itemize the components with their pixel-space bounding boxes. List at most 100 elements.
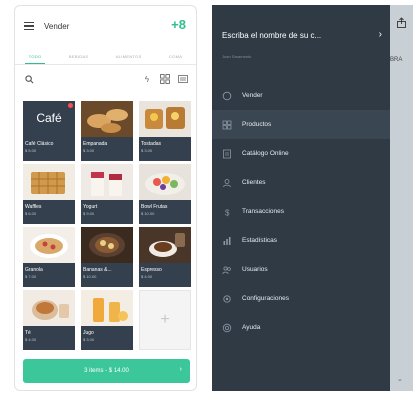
menu-item-ayuda[interactable]: Ayuda: [212, 313, 390, 342]
menu-item-estadisticas[interactable]: Estadísticas: [212, 226, 390, 255]
tab-coma[interactable]: COMA: [165, 50, 186, 63]
product-price: $ 4.00: [141, 274, 153, 279]
menu-item-label: Estadísticas: [242, 237, 278, 244]
tab-alimentos[interactable]: ALIMENTOS: [112, 50, 146, 63]
product-tile[interactable]: Espresso $ 4.00: [139, 227, 191, 287]
product-tile-text: Café: [36, 111, 62, 125]
product-tile[interactable]: Yogurt $ 9.00: [81, 164, 133, 224]
store-header[interactable]: Escriba el nombre de su c... › Juan Sara…: [222, 29, 382, 59]
menu-item-productos[interactable]: Productos: [212, 110, 390, 139]
menu-item-catalogo[interactable]: Catálogo Online: [212, 139, 390, 168]
add-product-button[interactable]: +: [139, 290, 191, 350]
product-tile[interactable]: Bowl Frutas $ 10.00: [139, 164, 191, 224]
product-price: $ 10.00: [83, 274, 97, 279]
product-name: Empanada: [83, 141, 108, 147]
product-price: $ 3.00: [83, 148, 95, 153]
background-screen-edge: BRA ⌄: [390, 5, 413, 391]
sell-icon: [222, 91, 232, 100]
users-icon: [222, 265, 231, 274]
product-name: Granola: [25, 267, 43, 273]
product-tile[interactable]: Café Café Clásico $ 5.00: [23, 101, 75, 161]
menu-item-vender[interactable]: Vender: [212, 81, 390, 110]
menu-item-configuraciones[interactable]: Configuraciones: [212, 284, 390, 313]
clients-icon: [223, 178, 231, 187]
chevron-right-icon: ›: [179, 366, 182, 373]
category-tabs: TODO BEBIDAS ALIMENTOS COMA: [15, 49, 196, 65]
product-name: Jugo: [83, 330, 94, 336]
toolbar: ϟ: [25, 72, 188, 86]
product-tile[interactable]: Bananas &... $ 10.00: [81, 227, 133, 287]
menu-item-label: Clientes: [242, 179, 266, 186]
product-tile[interactable]: Waffles $ 6.00: [23, 164, 75, 224]
products-icon: [222, 120, 232, 129]
product-price: $ 9.00: [83, 211, 95, 216]
product-tile[interactable]: Jugo $ 3.00: [81, 290, 133, 350]
stats-icon: [223, 236, 231, 245]
menu-icon[interactable]: [24, 22, 34, 30]
share-icon[interactable]: [396, 17, 407, 28]
product-name: Té: [25, 330, 31, 336]
cart-button[interactable]: 3 items - $ 14.00 ›: [23, 359, 190, 383]
screen: Vender +8 TODO BEBIDAS ALIMENTOS COMA ϟ …: [0, 0, 413, 394]
product-name: Tostadas: [141, 141, 162, 147]
product-tile[interactable]: Tostadas $ 3.00: [139, 101, 191, 161]
fruit-bowl-image: [139, 164, 191, 200]
tab-bebidas[interactable]: BEBIDAS: [65, 50, 92, 63]
empanada-image: [81, 101, 133, 137]
top-bar: Vender +8: [15, 6, 196, 46]
product-name: Waffles: [25, 204, 42, 210]
granola-image: [23, 227, 75, 263]
tab-todo[interactable]: TODO: [24, 50, 46, 64]
chevron-down-icon[interactable]: ⌄: [397, 375, 403, 383]
menu-item-usuarios[interactable]: Usuarios: [212, 255, 390, 284]
menu-item-label: Usuarios: [242, 266, 268, 273]
product-price: $ 5.00: [25, 148, 37, 153]
store-owner: Juan Saramento: [222, 54, 252, 59]
bananas-image: [81, 227, 133, 263]
product-tile[interactable]: Empanada $ 3.00: [81, 101, 133, 161]
product-name: Yogurt: [83, 204, 98, 210]
product-tile[interactable]: Granola $ 7.00: [23, 227, 75, 287]
yogurt-image: [81, 164, 133, 200]
menu-item-transacciones[interactable]: $ Transacciones: [212, 197, 390, 226]
juice-image: [81, 290, 133, 326]
product-tile[interactable]: Té $ 4.00: [23, 290, 75, 350]
product-price: $ 10.00: [141, 211, 155, 216]
product-name: Café Clásico: [25, 141, 54, 147]
product-price: $ 6.00: [25, 211, 37, 216]
flash-icon[interactable]: ϟ: [142, 74, 152, 84]
transactions-icon: $: [225, 208, 230, 217]
product-name: Bananas &...: [83, 267, 112, 273]
product-grid: Café Café Clásico $ 5.00 Empanada $ 3.00: [23, 101, 191, 350]
menu-list: Vender Productos Catálogo Online Cliente…: [212, 81, 390, 342]
search-icon[interactable]: [25, 74, 34, 84]
product-price: $ 4.00: [25, 337, 37, 342]
edge-text: BRA: [390, 57, 403, 63]
product-name: Bowl Frutas: [141, 204, 168, 210]
side-menu: Escriba el nombre de su c... › Juan Sara…: [212, 5, 390, 391]
menu-item-label: Transacciones: [242, 208, 285, 215]
page-title: Vender: [44, 21, 70, 31]
add-customer-icon[interactable]: +8: [171, 17, 186, 32]
menu-item-label: Catálogo Online: [242, 150, 289, 157]
product-price: $ 3.00: [83, 337, 95, 342]
chevron-right-icon: ›: [378, 29, 382, 40]
menu-item-clientes[interactable]: Clientes: [212, 168, 390, 197]
plus-icon: +: [160, 311, 170, 328]
grid-view-icon[interactable]: [160, 74, 170, 84]
help-icon: [222, 323, 232, 332]
menu-item-label: Vender: [242, 92, 263, 99]
menu-item-label: Productos: [242, 121, 272, 128]
menu-item-label: Ayuda: [242, 324, 261, 331]
espresso-image: [139, 227, 191, 263]
product-name: Espresso: [141, 267, 162, 273]
barcode-icon[interactable]: [178, 74, 188, 84]
pos-screen: Vender +8 TODO BEBIDAS ALIMENTOS COMA ϟ …: [14, 5, 197, 391]
menu-item-label: Configuraciones: [242, 295, 289, 302]
product-price: $ 7.00: [25, 274, 37, 279]
svg-text:$: $: [225, 208, 230, 217]
tea-image: [23, 290, 75, 326]
catalog-icon: [223, 149, 231, 158]
product-price: $ 3.00: [141, 148, 153, 153]
waffles-image: [23, 164, 75, 200]
